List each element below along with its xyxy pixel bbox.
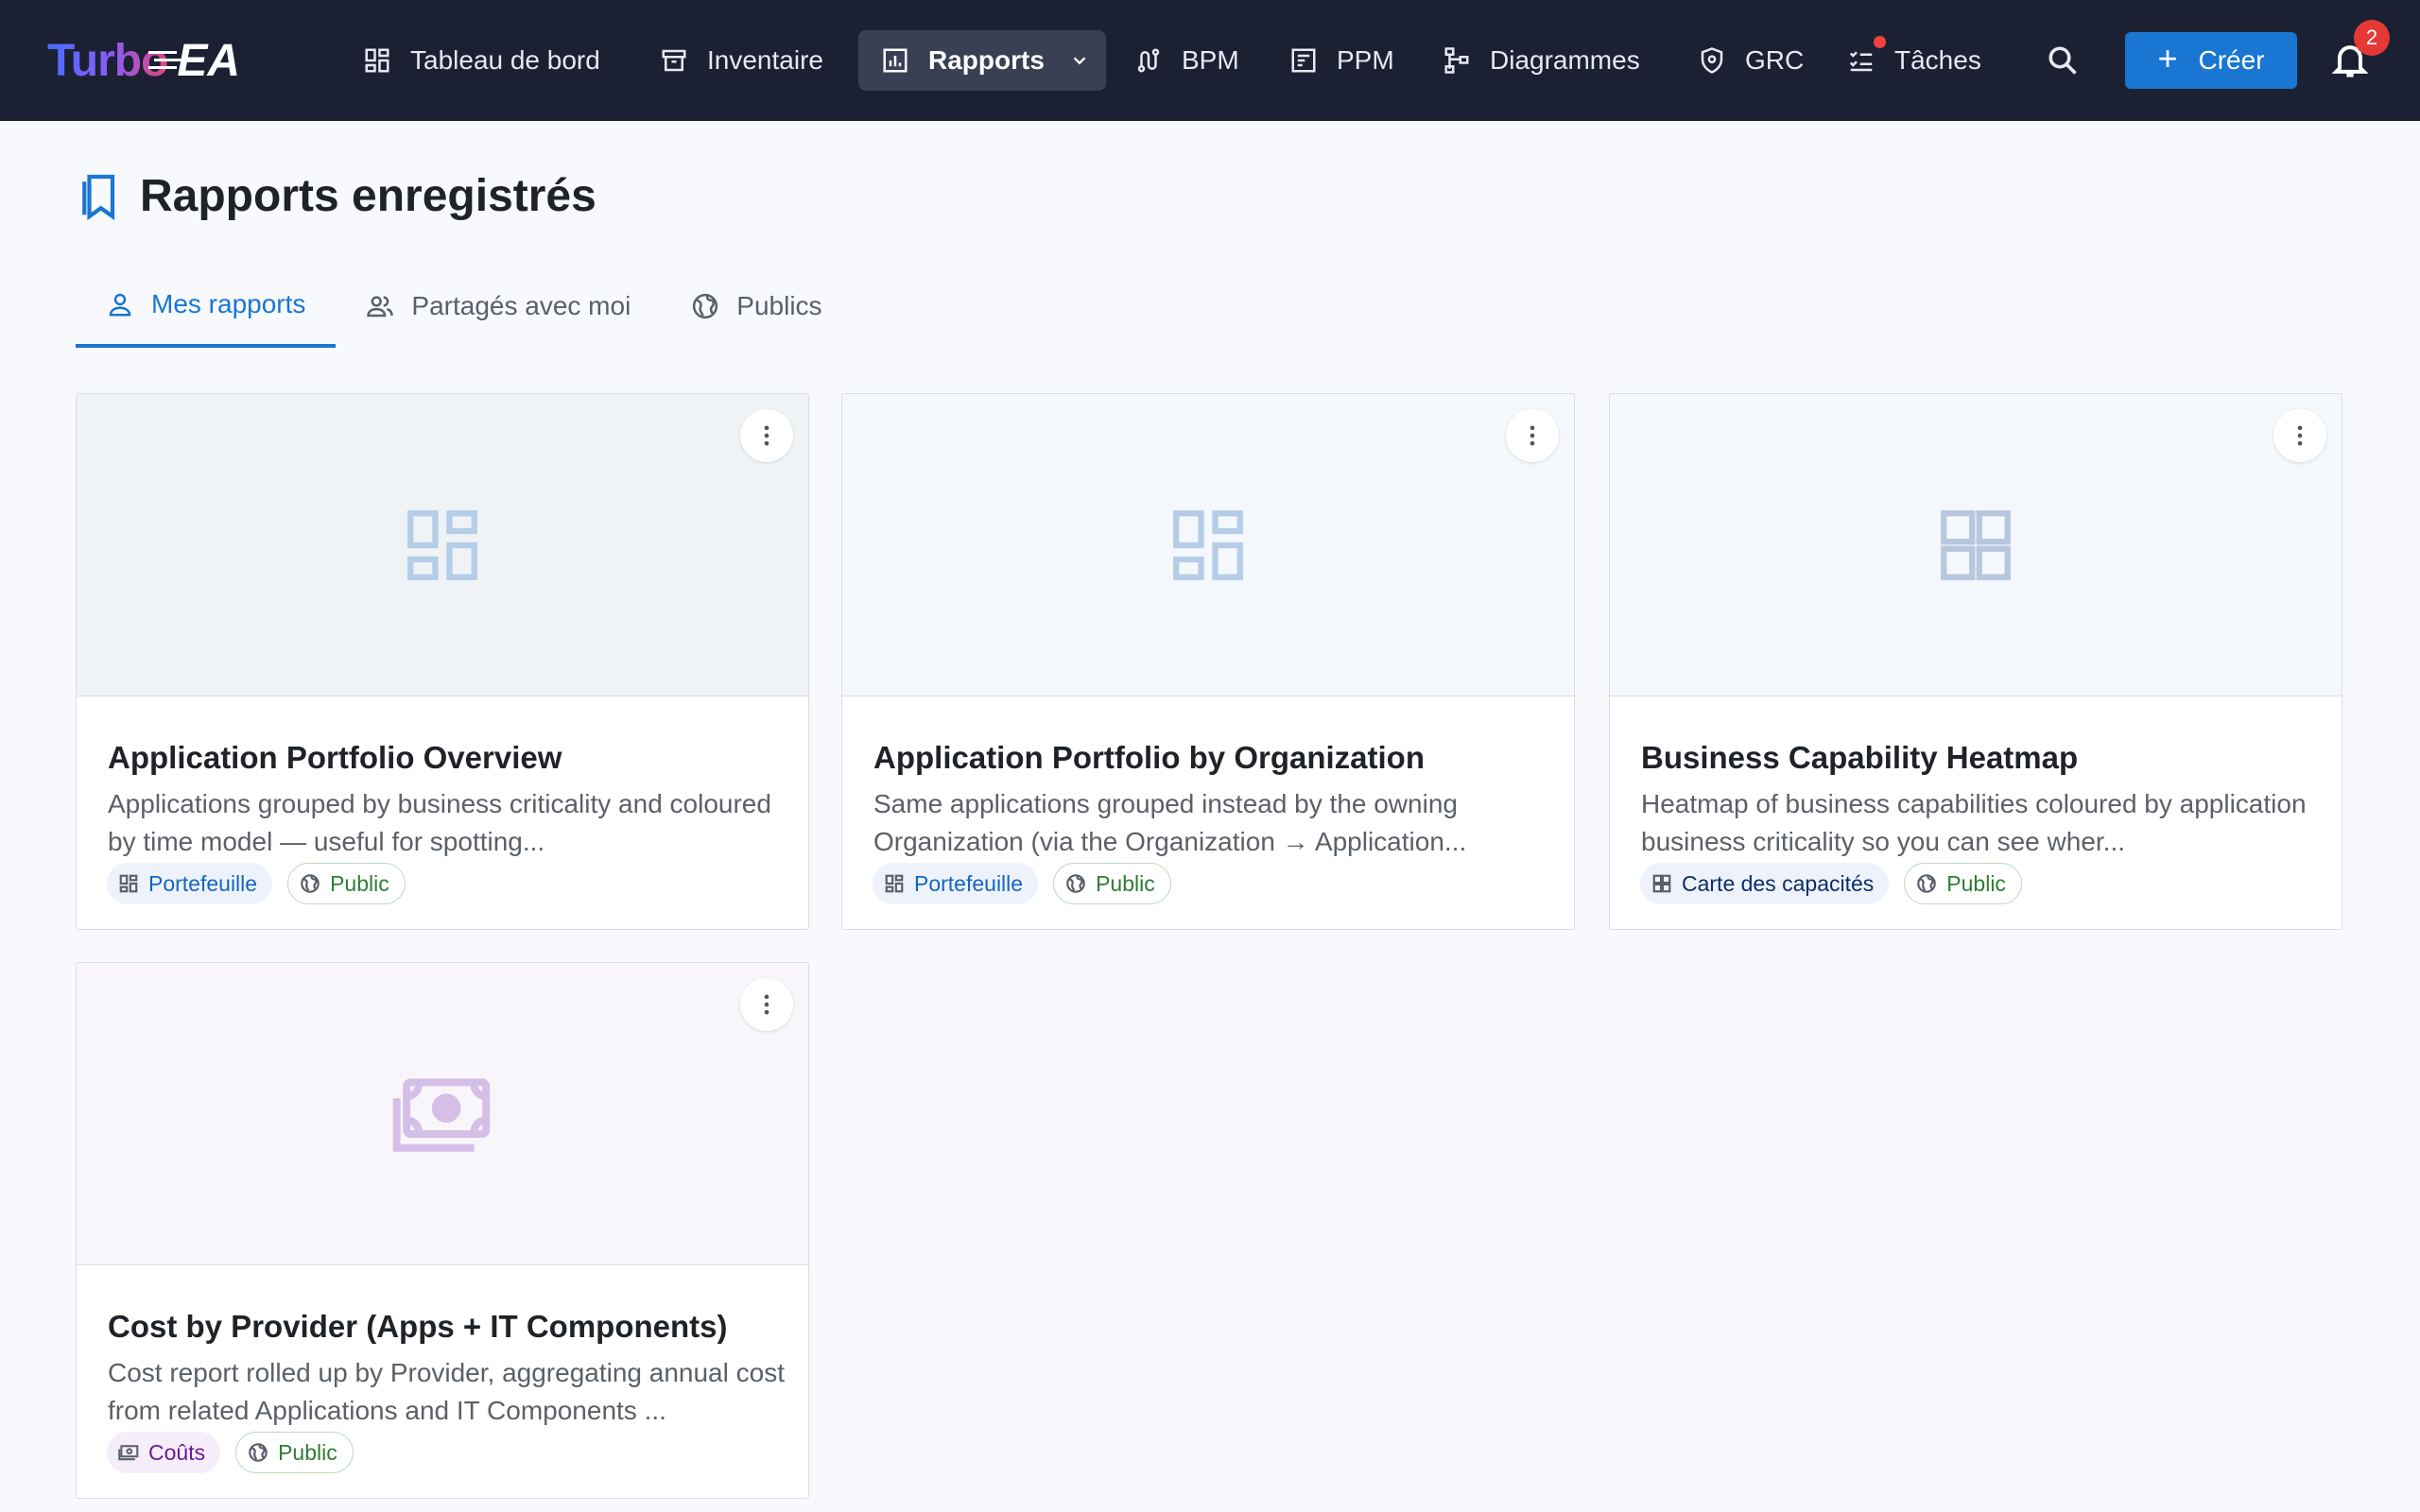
nav-item-dashboard[interactable]: Tableau de bord bbox=[340, 30, 623, 91]
person-icon bbox=[109, 293, 131, 317]
visibility-chip: Public bbox=[1904, 863, 2022, 904]
dashboard-icon bbox=[407, 509, 477, 580]
route-icon bbox=[1137, 48, 1160, 73]
card-title: Cost by Provider (Apps + IT Components) bbox=[108, 1309, 728, 1344]
nav-item-inventory[interactable]: Inventaire bbox=[637, 30, 846, 91]
search-button[interactable] bbox=[2040, 38, 2085, 83]
card-thumbnail bbox=[842, 394, 1574, 696]
tab-label: Mes rapports bbox=[151, 289, 306, 318]
nav-item-ppm[interactable]: PPM bbox=[1267, 30, 1417, 91]
grid-icon bbox=[1652, 874, 1671, 893]
globe-icon bbox=[1066, 874, 1085, 893]
logo-text-turbo: Turbo bbox=[47, 35, 168, 86]
nav-item-label: Tâches bbox=[1894, 45, 1981, 75]
visibility-chip: Public bbox=[287, 863, 406, 904]
nav-item-bpm[interactable]: BPM bbox=[1112, 30, 1262, 91]
nav-item-label: GRC bbox=[1745, 45, 1805, 75]
search-icon bbox=[2048, 46, 2077, 75]
tasks-notification-dot bbox=[1874, 36, 1886, 48]
card-thumbnail bbox=[77, 963, 808, 1265]
card-title: Application Portfolio by Organization bbox=[873, 740, 1425, 775]
nav-item-grc[interactable]: GRC bbox=[1675, 30, 1826, 91]
nav-item-reports[interactable]: Rapports bbox=[858, 30, 1106, 91]
card-title: Business Capability Heatmap bbox=[1641, 740, 2079, 775]
people-icon bbox=[367, 296, 394, 318]
card-thumbnail bbox=[1610, 394, 2342, 696]
chevron-down-icon bbox=[1073, 57, 1086, 65]
money-icon bbox=[118, 1445, 139, 1461]
top-navigation-bar: Turbo EA Tableau de bord Inventaire Rapp… bbox=[0, 0, 2420, 121]
report-type-chip: Carte des capacités bbox=[1640, 863, 1890, 904]
archive-icon bbox=[662, 49, 686, 72]
report-card[interactable]: Cost by Provider (Apps + IT Components) … bbox=[76, 962, 809, 1499]
bar-chart-icon bbox=[883, 48, 908, 73]
report-card[interactable]: Application Portfolio by Organization Sa… bbox=[841, 393, 1575, 930]
dashboard-icon bbox=[885, 874, 904, 893]
shield-icon bbox=[1701, 47, 1723, 74]
nav-item-diagrams[interactable]: Diagrammes bbox=[1420, 30, 1663, 91]
visibility-chip: Public bbox=[1053, 863, 1171, 904]
notification-count-badge: 2 bbox=[2354, 20, 2390, 56]
nav-item-label: BPM bbox=[1182, 45, 1239, 75]
globe-icon bbox=[693, 293, 718, 319]
money-icon bbox=[392, 1077, 491, 1152]
globe-icon bbox=[249, 1443, 268, 1462]
plus-icon: + bbox=[2157, 39, 2178, 77]
more-vertical-icon bbox=[1530, 425, 1535, 446]
more-vertical-icon bbox=[764, 425, 769, 446]
page-header: Rapports enregistrés bbox=[79, 170, 596, 222]
card-menu-button[interactable] bbox=[740, 409, 793, 462]
tab-my-reports[interactable]: Mes rapports bbox=[76, 265, 337, 348]
turbo-ea-logo[interactable]: Turbo EA bbox=[47, 32, 240, 89]
nav-item-label: Rapports bbox=[928, 45, 1045, 75]
card-description: Applications grouped by business critica… bbox=[108, 789, 771, 856]
logo-text-ea: EA bbox=[148, 35, 240, 87]
card-menu-button[interactable] bbox=[2273, 409, 2326, 462]
report-type-chip: Coûts bbox=[107, 1432, 221, 1473]
visibility-chip: Public bbox=[235, 1432, 354, 1473]
card-chips: Carte des capacités Public bbox=[1640, 863, 2037, 904]
create-button[interactable]: + Créer bbox=[2125, 32, 2297, 89]
hierarchy-icon bbox=[1444, 47, 1469, 74]
card-menu-button[interactable] bbox=[740, 978, 793, 1031]
page-title: Rapports enregistrés bbox=[140, 171, 596, 221]
nav-item-label: Tableau de bord bbox=[410, 45, 600, 75]
tab-shared-with-me[interactable]: Partagés avec moi bbox=[336, 265, 661, 348]
dashboard-icon bbox=[1941, 509, 2011, 580]
dashboard-icon bbox=[1173, 509, 1243, 580]
card-menu-button[interactable] bbox=[1506, 409, 1559, 462]
nav-item-label: Inventaire bbox=[707, 45, 823, 75]
card-title: Application Portfolio Overview bbox=[108, 740, 562, 775]
card-description: Heatmap of business capabilities coloure… bbox=[1641, 789, 2307, 856]
more-vertical-icon bbox=[764, 994, 769, 1015]
checklist-icon bbox=[1849, 51, 1873, 72]
card-chips: Portefeuille Public bbox=[873, 863, 1186, 904]
report-type-chip: Portefeuille bbox=[107, 863, 273, 904]
more-vertical-icon bbox=[2297, 425, 2303, 446]
globe-icon bbox=[301, 874, 320, 893]
project-icon bbox=[1291, 48, 1316, 73]
card-chips: Portefeuille Public bbox=[107, 863, 421, 904]
nav-item-tasks[interactable]: Tâches bbox=[1824, 30, 2004, 91]
report-tabs: Mes rapports Partagés avec moi Publics bbox=[76, 265, 853, 348]
card-description: Same applications grouped instead by the… bbox=[873, 789, 1467, 856]
create-button-label: Créer bbox=[2198, 45, 2265, 75]
dashboard-icon bbox=[119, 874, 138, 893]
card-thumbnail bbox=[77, 394, 808, 696]
report-card[interactable]: Application Portfolio Overview Applicati… bbox=[76, 393, 809, 930]
card-chips: Coûts Public bbox=[107, 1432, 369, 1473]
report-card[interactable]: Business Capability Heatmap Heatmap of b… bbox=[1609, 393, 2342, 930]
globe-icon bbox=[1917, 874, 1937, 893]
nav-item-label: PPM bbox=[1337, 45, 1394, 75]
tab-public[interactable]: Publics bbox=[661, 265, 852, 348]
report-type-chip: Portefeuille bbox=[873, 863, 1039, 904]
nav-item-label: Diagrammes bbox=[1490, 45, 1640, 75]
tab-label: Partagés avec moi bbox=[411, 291, 631, 320]
bookmarks-icon bbox=[82, 174, 115, 220]
dashboard-icon bbox=[365, 48, 389, 73]
tab-label: Publics bbox=[736, 291, 822, 320]
card-description: Cost report rolled up by Provider, aggre… bbox=[108, 1358, 785, 1425]
